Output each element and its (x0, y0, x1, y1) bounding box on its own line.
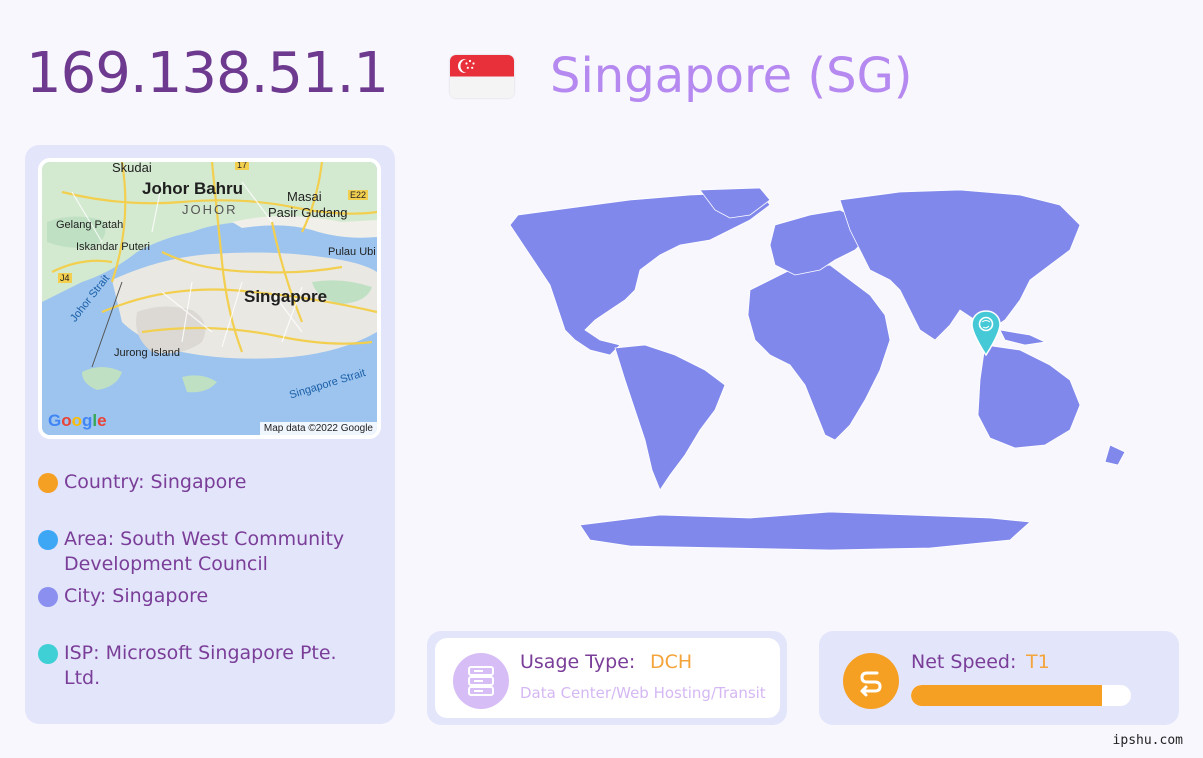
city-dot-icon (38, 587, 58, 607)
map-label-johor-bahru: Johor Bahru (142, 179, 244, 198)
area-dot-icon (38, 530, 58, 550)
net-speed-bar (911, 685, 1131, 706)
singapore-flag (450, 55, 514, 98)
map-label-skudai: Skudai (112, 160, 152, 175)
road-badge-e22: E22 (348, 190, 369, 200)
map-label-singapore: Singapore (244, 287, 328, 306)
country-title: Singapore (SG) (550, 48, 913, 104)
net-speed-value: T1 (1026, 651, 1050, 673)
speed-icon (843, 653, 899, 709)
location-pin-icon (971, 310, 1001, 356)
map-label-pulau-ubin: Pulau Ubi (328, 246, 376, 258)
google-logo: Google (48, 411, 107, 430)
area-text: Area: South West Community Development C… (64, 528, 345, 575)
road-badge-j4: J4 (58, 273, 72, 283)
map-label-masai: Masai (287, 189, 322, 204)
city-text: City: Singapore (64, 585, 209, 607)
road-badge-17: 17 (235, 160, 250, 170)
site-watermark: ipshu.com (1112, 733, 1183, 748)
usage-type-value: DCH (650, 651, 693, 673)
net-speed-bar-fill (911, 685, 1103, 706)
isp-text: ISP: Microsoft Singapore Pte. Ltd. (64, 642, 337, 689)
net-speed-label: Net Speed: (911, 651, 1017, 673)
country-info: Country: Singapore (38, 470, 354, 495)
isp-dot-icon (38, 644, 58, 664)
usage-type-label: Usage Type: (520, 651, 636, 673)
country-dot-icon (38, 473, 58, 493)
world-map (509, 187, 1126, 551)
isp-info: ISP: Microsoft Singapore Pte. Ltd. (38, 641, 354, 691)
server-icon (453, 653, 509, 709)
map-label-iskandar-puteri: Iskandar Puteri (76, 241, 150, 253)
area-info: Area: South West Community Development C… (38, 527, 354, 577)
location-map[interactable]: Skudai 17 Johor Bahru Masai E22 JOHOR Pa… (38, 158, 381, 439)
map-label-gelang-patah: Gelang Patah (56, 219, 124, 231)
map-label-jurong-island: Jurong Island (114, 347, 181, 359)
map-label-johor: JOHOR (182, 202, 238, 217)
city-info: City: Singapore (38, 584, 354, 609)
usage-type-description: Data Center/Web Hosting/Transit (520, 684, 766, 702)
map-label-pasir-gudang: Pasir Gudang (268, 205, 348, 220)
country-text: Country: Singapore (64, 471, 247, 493)
ip-address: 169.138.51.1 (26, 41, 389, 106)
map-attribution[interactable]: Map data ©2022 Google (259, 422, 377, 435)
